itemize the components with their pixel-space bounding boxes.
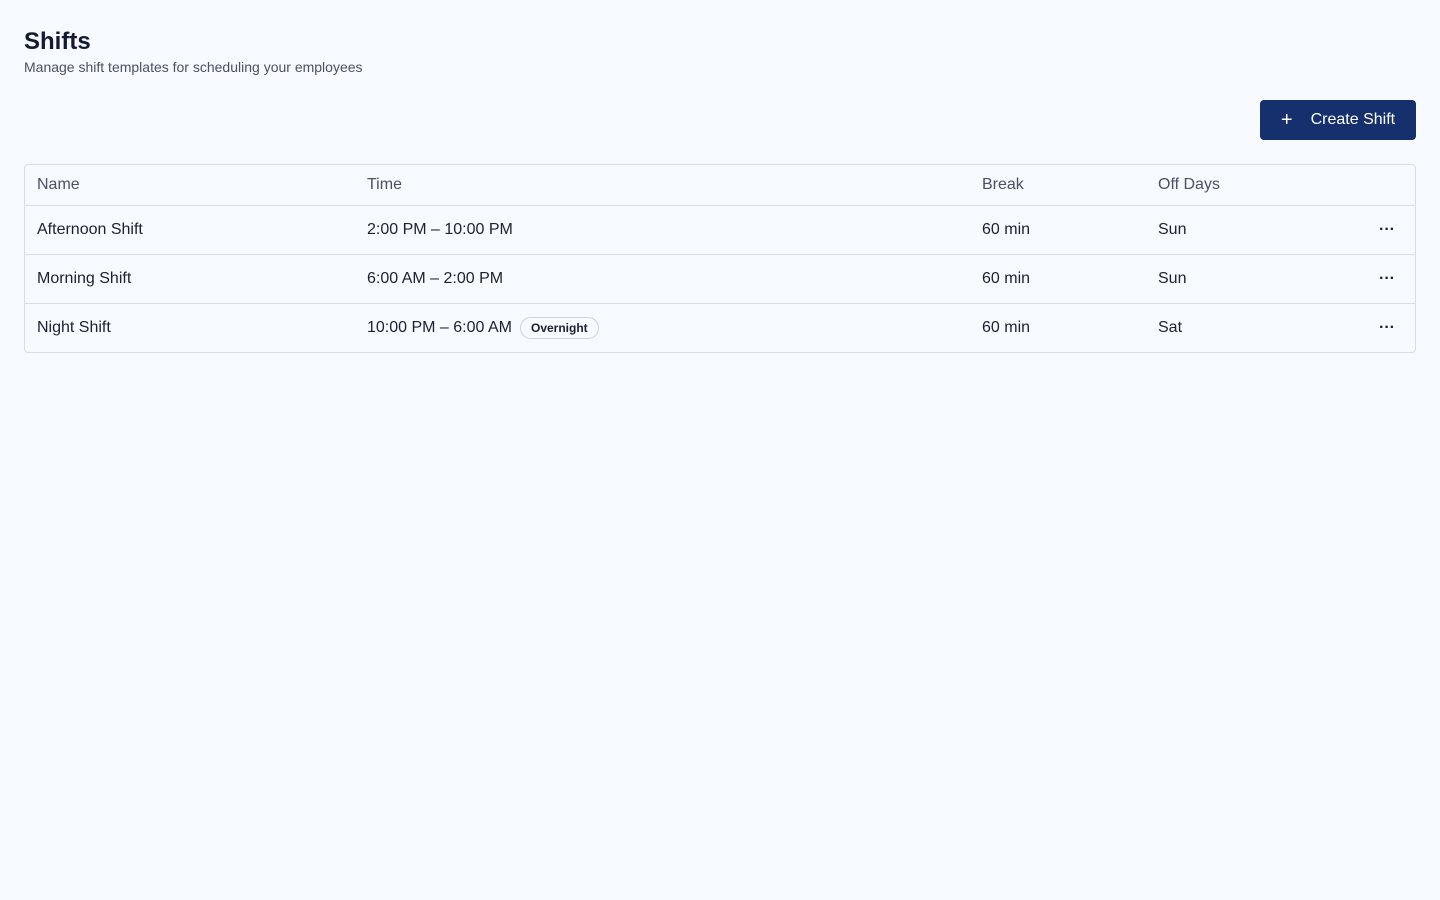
page-title: Shifts [24,28,91,55]
column-header-name: Name [37,176,80,193]
table-header-row: Name Time Break Off Days [25,165,1415,205]
shift-break: 60 min [982,270,1031,287]
shift-time-range: 2:00 PM – 10:00 PM [367,221,513,238]
column-header-off-days: Off Days [1158,176,1220,193]
shift-time: 2:00 PM – 10:00 PM [367,206,513,254]
overnight-badge: Overnight [519,317,599,339]
column-header-time: Time [367,176,402,193]
shift-time: 10:00 PM – 6:00 AM Overnight [367,304,599,352]
shift-time: 6:00 AM – 2:00 PM [367,255,503,303]
more-horizontal-icon[interactable]: ··· [1375,255,1399,303]
table-row[interactable]: Night Shift 10:00 PM – 6:00 AM Overnight… [25,303,1415,352]
shifts-table: Name Time Break Off Days Afternoon Shift… [24,164,1416,353]
page-subtitle: Manage shift templates for scheduling yo… [24,59,363,75]
shift-name: Afternoon Shift [37,221,143,238]
shifts-page: Shifts Manage shift templates for schedu… [0,0,1440,900]
create-shift-button[interactable]: + Create Shift [1260,100,1416,140]
table-row[interactable]: Morning Shift 6:00 AM – 2:00 PM 60 min S… [25,254,1415,303]
more-horizontal-icon[interactable]: ··· [1375,304,1399,352]
shift-name: Morning Shift [37,270,132,287]
shift-time-range: 6:00 AM – 2:00 PM [367,270,504,287]
column-header-break: Break [982,176,1024,193]
plus-icon: + [1280,109,1293,131]
shift-break: 60 min [982,319,1031,336]
shift-off-days: Sat [1158,319,1183,336]
shift-time-range: 10:00 PM – 6:00 AM [367,319,512,336]
shift-off-days: Sun [1158,270,1187,287]
create-shift-label: Create Shift [1310,111,1396,128]
page-header: Shifts Manage shift templates for schedu… [24,28,363,76]
more-horizontal-icon[interactable]: ··· [1375,206,1399,254]
shift-name: Night Shift [37,319,111,336]
shift-off-days: Sun [1158,221,1187,238]
table-row[interactable]: Afternoon Shift 2:00 PM – 10:00 PM 60 mi… [25,205,1415,254]
shift-break: 60 min [982,221,1031,238]
